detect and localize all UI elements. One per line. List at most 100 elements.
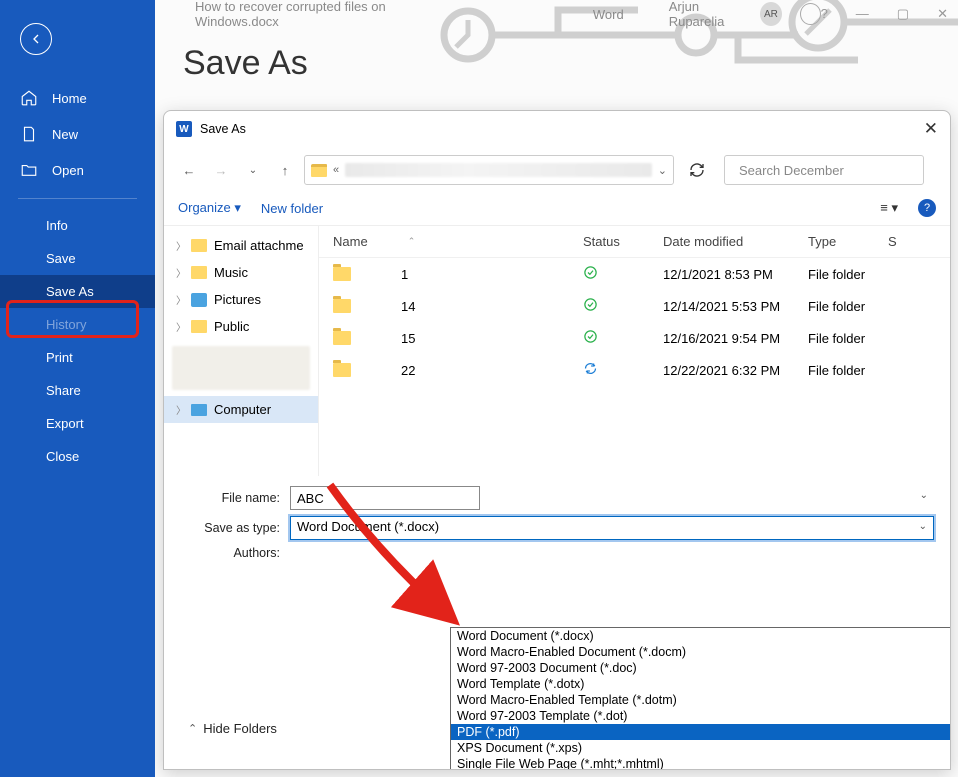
sidebar-item-history: History <box>0 308 155 341</box>
file-name: 14 <box>401 299 415 314</box>
sidebar-item-open[interactable]: Open <box>0 152 155 188</box>
type-option[interactable]: PDF (*.pdf) <box>451 724 951 740</box>
minimize-button[interactable]: — <box>856 6 869 22</box>
nav-up-button[interactable]: ↑ <box>272 157 298 183</box>
user-avatar[interactable]: AR <box>760 2 782 26</box>
column-status[interactable]: Status <box>583 234 620 249</box>
sidebar-item-save[interactable]: Save <box>0 242 155 275</box>
file-row[interactable]: 1512/16/2021 9:54 PMFile folder <box>319 322 950 354</box>
type-option[interactable]: Word Macro-Enabled Template (*.dotm) <box>451 692 951 708</box>
computer-icon <box>191 404 207 416</box>
word-title-bar: How to recover corrupted files on Window… <box>195 3 948 25</box>
navigation-row: ← → ⌄ ↑ « ⌄ <box>164 147 950 193</box>
nav-forward-button[interactable]: → <box>208 157 234 183</box>
sidebar-item-home[interactable]: Home <box>0 80 155 116</box>
backstage-sidebar: Home New Open Info Save Save As History … <box>0 0 155 777</box>
type-option[interactable]: Word 97-2003 Template (*.dot) <box>451 708 951 724</box>
hide-folders-button[interactable]: ⌃ Hide Folders <box>188 721 277 736</box>
breadcrumb-dropdown-icon[interactable]: ⌄ <box>658 164 667 177</box>
save-type-select[interactable]: Word Document (*.docx) ⌄ <box>290 516 934 540</box>
word-icon: W <box>176 121 192 137</box>
file-list: Name⌃ Status Date modified Type S 112/1/… <box>319 226 950 476</box>
folder-icon <box>191 320 207 333</box>
window-close-button[interactable]: ✕ <box>937 6 948 22</box>
type-option[interactable]: Word Macro-Enabled Document (*.docm) <box>451 644 951 660</box>
page-title: Save As <box>183 44 308 83</box>
organize-button[interactable]: Organize ▾ <box>178 200 241 216</box>
sidebar-item-info[interactable]: Info <box>0 209 155 242</box>
folder-icon <box>333 267 351 281</box>
sidebar-item-share[interactable]: Share <box>0 374 155 407</box>
file-date: 12/22/2021 6:32 PM <box>663 363 808 378</box>
file-name-label: File name: <box>180 491 290 505</box>
type-option[interactable]: Word 97-2003 Document (*.doc) <box>451 660 951 676</box>
type-option[interactable]: Word Template (*.dotx) <box>451 676 951 692</box>
column-size[interactable]: S <box>888 234 897 249</box>
save-type-dropdown[interactable]: Word Document (*.docx)Word Macro-Enabled… <box>450 627 951 770</box>
folder-icon <box>311 164 327 177</box>
toolbar-row: Organize ▾ New folder ≡ ▾ ? <box>164 193 950 226</box>
app-name: Word <box>593 7 624 22</box>
new-doc-icon <box>20 125 38 143</box>
nav-back-button[interactable]: ← <box>176 157 202 183</box>
home-icon <box>20 89 38 107</box>
file-row[interactable]: 112/1/2021 8:53 PMFile folder <box>319 258 950 290</box>
sidebar-item-print[interactable]: Print <box>0 341 155 374</box>
sidebar-item-export[interactable]: Export <box>0 407 155 440</box>
status-ok-icon <box>583 265 598 280</box>
sidebar-label-home: Home <box>52 91 87 106</box>
column-date[interactable]: Date modified <box>663 234 743 249</box>
folder-icon <box>333 363 351 377</box>
document-title: How to recover corrupted files on Window… <box>195 0 453 29</box>
open-folder-icon <box>20 161 38 179</box>
tree-item-pictures[interactable]: 〉Pictures <box>164 286 318 313</box>
folder-icon <box>333 331 351 345</box>
refresh-button[interactable] <box>684 157 710 183</box>
help-button[interactable]: ? <box>821 6 828 22</box>
tree-item-email[interactable]: 〉Email attachme <box>164 232 318 259</box>
pictures-icon <box>191 293 207 307</box>
sidebar-item-new[interactable]: New <box>0 116 155 152</box>
file-name-dropdown-icon[interactable]: ⌄ <box>920 490 928 501</box>
new-folder-button[interactable]: New folder <box>261 201 323 216</box>
form-area: File name: ⌄ Save as type: Word Document… <box>164 476 950 570</box>
column-type[interactable]: Type <box>808 234 836 249</box>
maximize-button[interactable]: ▢ <box>897 6 909 22</box>
breadcrumb-bar[interactable]: « ⌄ <box>304 155 674 185</box>
file-row[interactable]: 1412/14/2021 5:53 PMFile folder <box>319 290 950 322</box>
main-area: How to recover corrupted files on Window… <box>155 0 958 777</box>
file-date: 12/1/2021 8:53 PM <box>663 267 808 282</box>
chevron-down-icon: ⌄ <box>919 521 927 532</box>
file-name: 22 <box>401 363 415 378</box>
dialog-close-button[interactable]: ✕ <box>924 119 938 139</box>
user-name: Arjun Ruparelia <box>669 0 752 29</box>
file-type: File folder <box>808 299 888 314</box>
search-input[interactable] <box>739 163 915 178</box>
type-option[interactable]: Word Document (*.docx) <box>451 628 951 644</box>
type-option[interactable]: Single File Web Page (*.mht;*.mhtml) <box>451 756 951 770</box>
sidebar-item-save-as[interactable]: Save As <box>0 275 155 308</box>
search-box[interactable] <box>724 155 924 185</box>
save-type-label: Save as type: <box>180 521 290 535</box>
folder-tree: 〉Email attachme 〉Music 〉Pictures 〉Public… <box>164 226 319 476</box>
tree-item-music[interactable]: 〉Music <box>164 259 318 286</box>
sidebar-item-close[interactable]: Close <box>0 440 155 473</box>
sidebar-label-new: New <box>52 127 78 142</box>
column-name[interactable]: Name <box>333 234 368 249</box>
file-row[interactable]: 2212/22/2021 6:32 PMFile folder <box>319 354 950 386</box>
file-list-header[interactable]: Name⌃ Status Date modified Type S <box>319 226 950 258</box>
file-name-input[interactable] <box>290 486 480 510</box>
file-name: 15 <box>401 331 415 346</box>
folder-icon <box>191 266 207 279</box>
help-icon[interactable]: ? <box>918 199 936 217</box>
nav-history-dropdown[interactable]: ⌄ <box>240 157 266 183</box>
tree-item-public[interactable]: 〉Public <box>164 313 318 340</box>
view-options-button[interactable]: ≡ ▾ <box>880 200 898 216</box>
type-option[interactable]: XPS Document (*.xps) <box>451 740 951 756</box>
feedback-icon[interactable] <box>800 3 821 25</box>
tree-item-computer[interactable]: 〉Computer <box>164 396 318 423</box>
file-type: File folder <box>808 331 888 346</box>
back-button[interactable] <box>20 23 52 55</box>
breadcrumb-chevron: « <box>333 164 339 176</box>
sidebar-divider <box>18 198 137 199</box>
